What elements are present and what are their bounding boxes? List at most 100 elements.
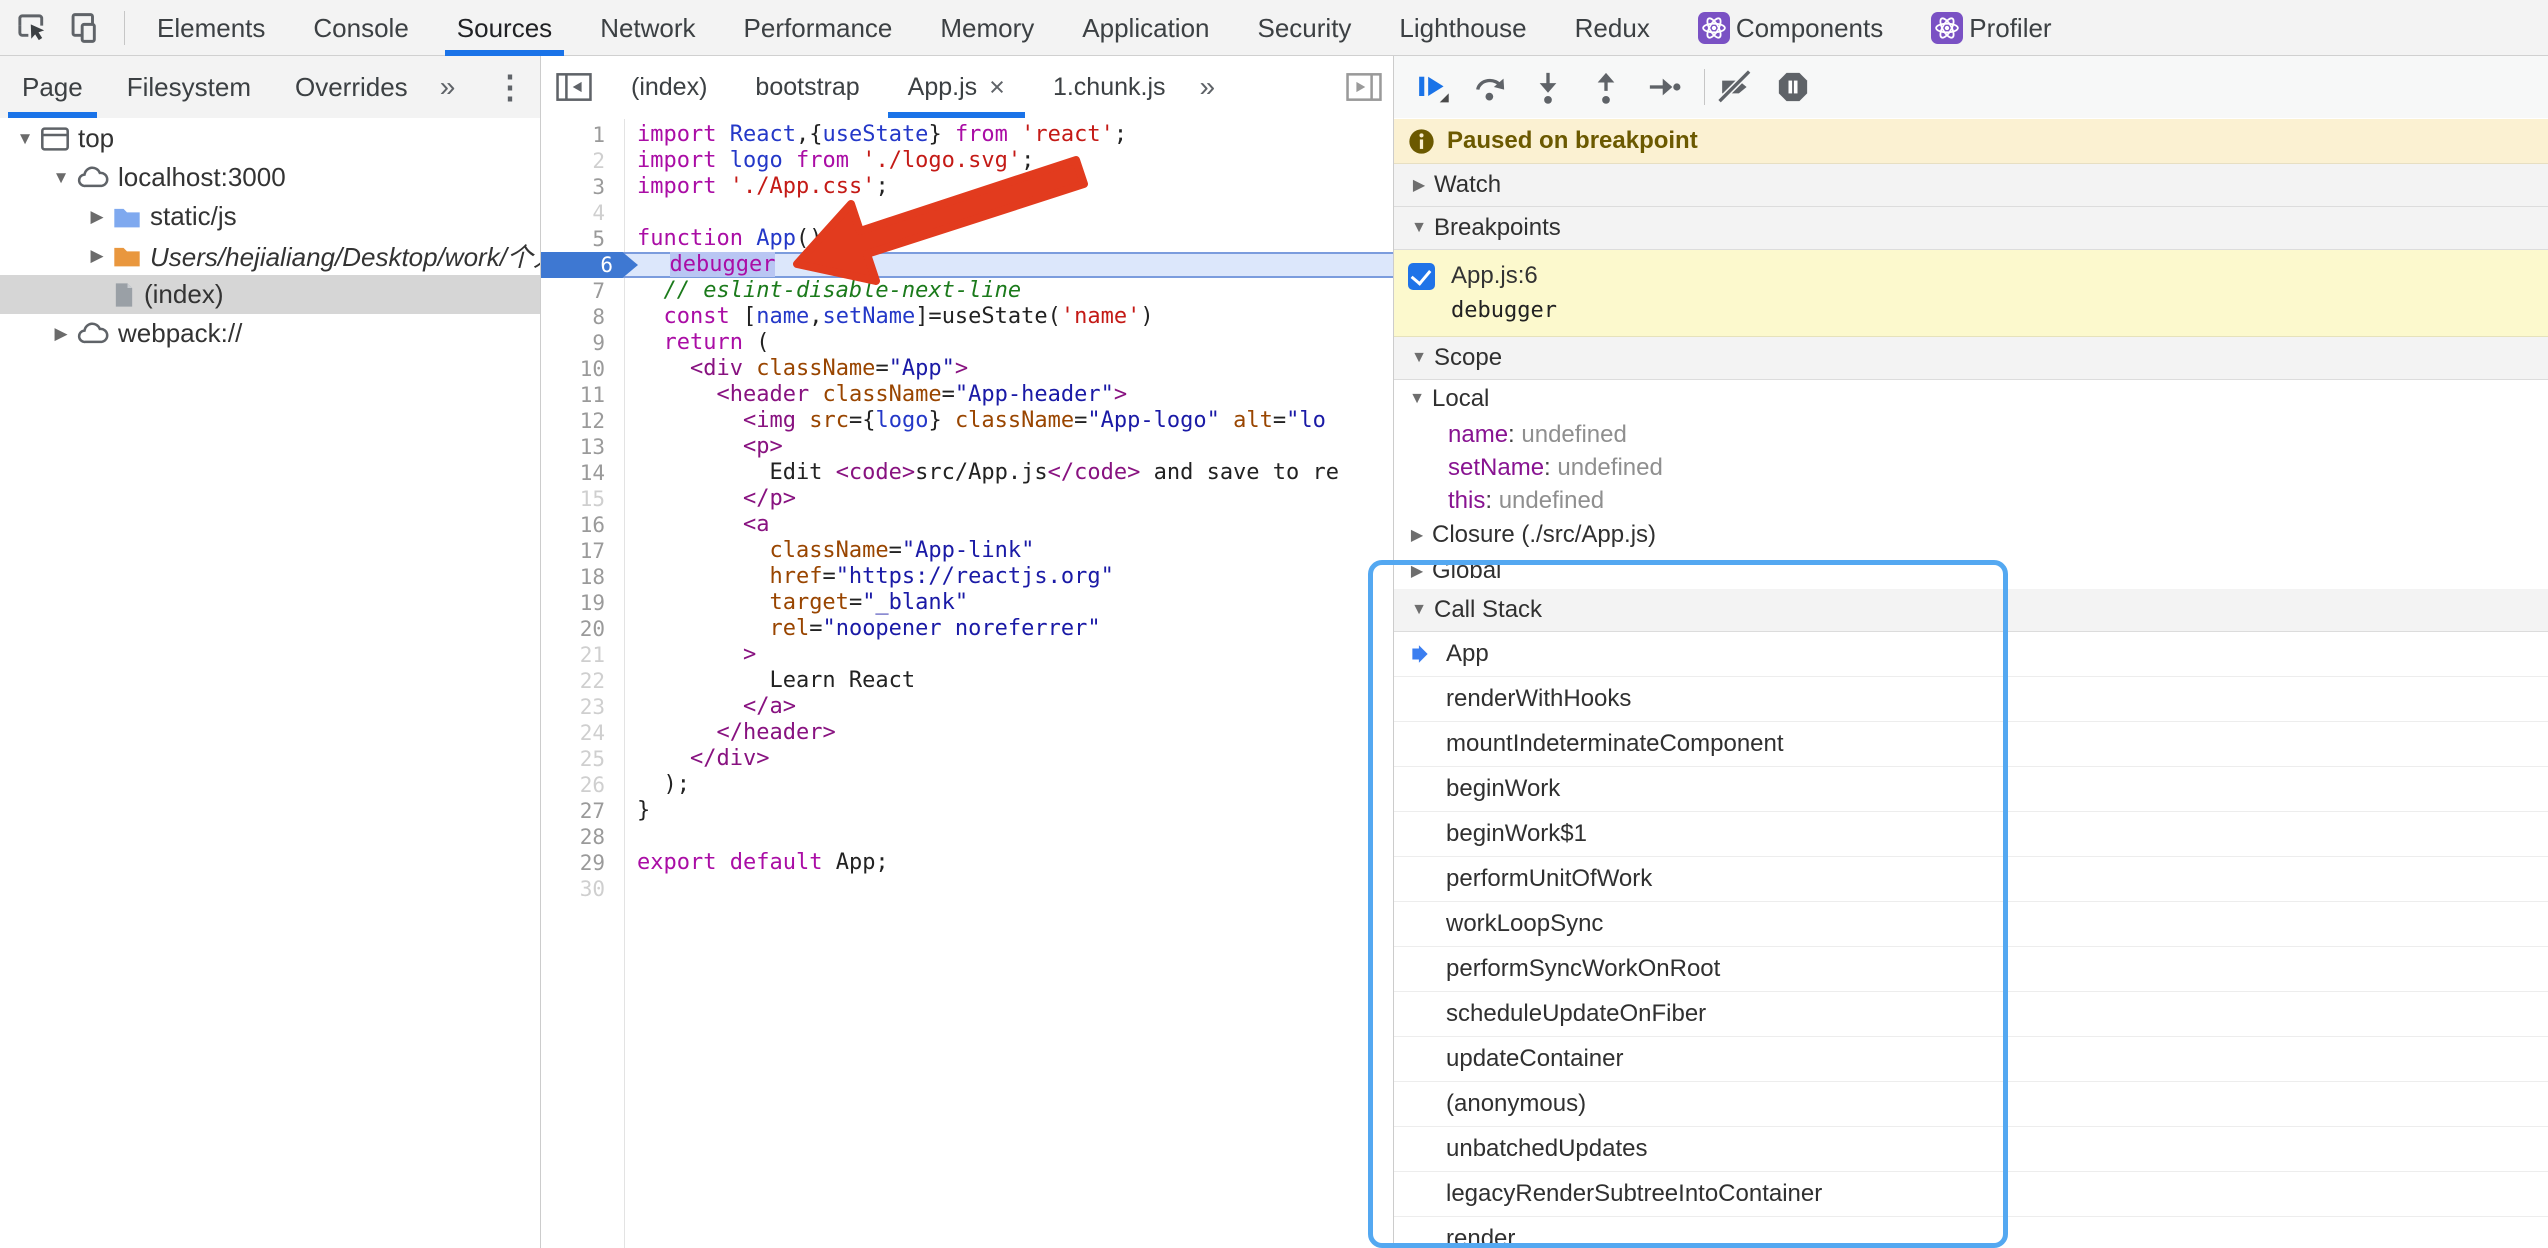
line-number-9[interactable]: 9 (541, 330, 624, 356)
tree-collapse-arrow[interactable]: ▶ (46, 324, 76, 344)
line-number-10[interactable]: 10 (541, 356, 624, 382)
more-nav-tabs-chevron[interactable]: » (430, 71, 466, 103)
code-line-content[interactable]: import './App.css'; (624, 174, 889, 200)
device-toolbar-icon[interactable] (66, 10, 102, 46)
line-number-11[interactable]: 11 (541, 382, 624, 408)
code-line-content[interactable]: rel="noopener noreferrer" (624, 616, 1101, 642)
line-number-24[interactable]: 24 (541, 720, 624, 746)
close-tab-icon[interactable]: × (989, 72, 1005, 103)
code-line-content[interactable]: export default App; (624, 850, 889, 876)
scope-section-header[interactable]: ▼ Scope (1394, 337, 2548, 380)
breakpoint-snippet[interactable]: debugger (1394, 294, 2548, 328)
line-number-8[interactable]: 8 (541, 304, 624, 330)
tree-item-users-hejialiang-desktop-work[interactable]: ▶Users/hejialiang/Desktop/work/个人代码 (0, 236, 540, 275)
callstack-frame-performsyncworkonroot[interactable]: performSyncWorkOnRoot (1394, 947, 2548, 992)
callstack-frame-unbatchedupdates[interactable]: unbatchedUpdates (1394, 1127, 2548, 1172)
line-number-7[interactable]: 7 (541, 278, 624, 304)
nav-tab-page[interactable]: Page (0, 56, 105, 118)
code-line-content[interactable]: <header className="App-header"> (624, 382, 1127, 408)
tab-performance[interactable]: Performance (720, 0, 917, 56)
code-line-content[interactable]: Edit <code>src/App.js</code> and save to… (624, 460, 1339, 486)
tab-sources[interactable]: Sources (433, 0, 576, 56)
scope-global-row[interactable]: ▶Global (1394, 552, 2548, 589)
scope-closure-row[interactable]: ▶Closure (./src/App.js) (1394, 517, 2548, 552)
callstack-frame-beginwork-1[interactable]: beginWork$1 (1394, 812, 2548, 857)
navigator-editor-divider[interactable] (540, 56, 541, 1248)
line-number-28[interactable]: 28 (541, 824, 624, 850)
line-number-4[interactable]: 4 (541, 200, 624, 226)
tree-collapse-arrow[interactable]: ▶ (82, 207, 112, 227)
line-number-5[interactable]: 5 (541, 226, 624, 252)
code-line-content[interactable]: target="_blank" (624, 590, 968, 616)
watch-section-header[interactable]: ▶ Watch (1394, 164, 2548, 207)
editor-tab-index[interactable]: (index) (607, 56, 731, 118)
breakpoint-location[interactable]: App.js:6 (1451, 262, 1538, 290)
tree-item-localhost-3000[interactable]: ▼localhost:3000 (0, 158, 540, 197)
callstack-frame-anonymous[interactable]: (anonymous) (1394, 1082, 2548, 1127)
tab-network[interactable]: Network (576, 0, 719, 56)
line-number-21[interactable]: 21 (541, 642, 624, 668)
step-out-button[interactable] (1586, 67, 1626, 107)
code-line-content[interactable]: </header> (624, 720, 836, 746)
callstack-frame-mountindeterminatecomponent[interactable]: mountIndeterminateComponent (1394, 722, 2548, 767)
tab-profiler[interactable]: Profiler (1907, 0, 2075, 56)
step-into-button[interactable] (1528, 67, 1568, 107)
code-line-content[interactable] (624, 876, 637, 902)
code-line-content[interactable]: </a> (624, 694, 796, 720)
line-number-3[interactable]: 3 (541, 174, 624, 200)
callstack-frame-updatecontainer[interactable]: updateContainer (1394, 1037, 2548, 1082)
code-line-content[interactable]: className="App-link" (624, 538, 1034, 564)
line-number-15[interactable]: 15 (541, 486, 624, 512)
tree-item-top[interactable]: ▼top (0, 119, 540, 158)
code-line-content[interactable]: <a (624, 512, 769, 538)
code-line-content[interactable]: // eslint-disable-next-line (624, 278, 1021, 304)
tab-redux[interactable]: Redux (1551, 0, 1674, 56)
line-number-2[interactable]: 2 (541, 148, 624, 174)
line-number-19[interactable]: 19 (541, 590, 624, 616)
scope-var-setname[interactable]: setName: undefined (1394, 451, 2548, 484)
line-number-27[interactable]: 27 (541, 798, 624, 824)
code-line-content[interactable]: } (624, 798, 650, 824)
callstack-frame-legacyrendersubtreeintocontainer[interactable]: legacyRenderSubtreeIntoContainer (1394, 1172, 2548, 1217)
pause-on-exceptions-button[interactable] (1773, 67, 1813, 107)
source-editor[interactable]: 1import React,{useState} from 'react';2i… (541, 119, 1393, 1248)
breakpoint-checkbox[interactable] (1408, 263, 1435, 290)
code-line-content[interactable]: <img src={logo} className="App-logo" alt… (624, 408, 1326, 434)
code-line-content[interactable] (624, 200, 637, 226)
code-line-content[interactable]: ); (624, 772, 690, 798)
breakpoint-entry[interactable]: App.js:6 debugger (1394, 250, 2548, 337)
resume-button[interactable] (1412, 67, 1452, 107)
line-number-23[interactable]: 23 (541, 694, 624, 720)
callstack-frame-beginwork[interactable]: beginWork (1394, 767, 2548, 812)
callstack-section-header[interactable]: ▼ Call Stack (1394, 589, 2548, 632)
tab-security[interactable]: Security (1234, 0, 1376, 56)
tree-item-static-js[interactable]: ▶static/js (0, 197, 540, 236)
scope-var-this[interactable]: this: undefined (1394, 484, 2548, 517)
inspect-element-icon[interactable] (14, 10, 50, 46)
editor-tab-bootstrap[interactable]: bootstrap (731, 56, 883, 118)
code-line-content[interactable]: <div className="App"> (624, 356, 968, 382)
callstack-frame-app[interactable]: App (1394, 632, 2548, 677)
line-number-20[interactable]: 20 (541, 616, 624, 642)
editor-tab-1-chunk-js[interactable]: 1.chunk.js (1029, 56, 1190, 118)
breakpoints-section-header[interactable]: ▼ Breakpoints (1394, 207, 2548, 250)
code-line-content[interactable]: const [name,setName]=useState('name') (624, 304, 1154, 330)
collapse-navigator-icon[interactable] (555, 71, 593, 103)
deactivate-breakpoints-button[interactable] (1715, 67, 1755, 107)
code-line-content[interactable]: <p> (624, 434, 783, 460)
editor-tab-app-js[interactable]: App.js× (884, 56, 1029, 118)
line-number-25[interactable]: 25 (541, 746, 624, 772)
line-number-26[interactable]: 26 (541, 772, 624, 798)
nav-tab-overrides[interactable]: Overrides (273, 56, 430, 118)
callstack-frame-render[interactable]: render (1394, 1217, 2548, 1248)
line-number-14[interactable]: 14 (541, 460, 624, 486)
step-over-button[interactable] (1470, 67, 1510, 107)
tree-expand-arrow[interactable]: ▼ (10, 129, 40, 149)
code-line-content[interactable]: </p> (624, 486, 796, 512)
code-line-content[interactable]: Learn React (624, 668, 915, 694)
tab-application[interactable]: Application (1058, 0, 1233, 56)
editor-debugger-divider[interactable] (1393, 56, 1394, 1248)
step-button[interactable] (1644, 67, 1684, 107)
line-number-22[interactable]: 22 (541, 668, 624, 694)
callstack-frame-renderwithhooks[interactable]: renderWithHooks (1394, 677, 2548, 722)
